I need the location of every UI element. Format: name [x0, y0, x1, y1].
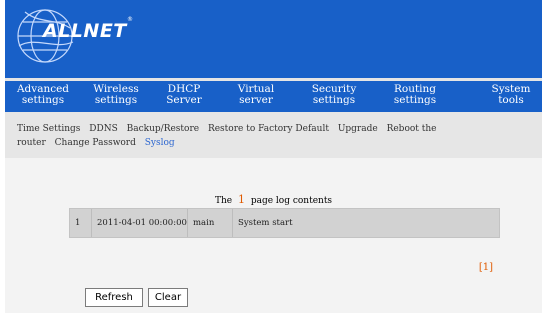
nav-label-line2: settings [312, 94, 356, 106]
sub-nav: Time Settings DDNS Backup/Restore Restor… [5, 112, 542, 158]
nav-label-line2: tools [498, 94, 524, 106]
nav-label-line2: settings [94, 94, 138, 106]
subnav-restore-factory-default[interactable]: Restore to Factory Default [208, 124, 329, 134]
nav-virtual-server[interactable]: Virtual server [230, 84, 282, 106]
nav-system-tools[interactable]: System tools [487, 84, 535, 106]
subnav-router[interactable]: router [17, 138, 46, 148]
header-banner: ALLNET ® [5, 0, 542, 78]
page-link[interactable]: [1] [479, 262, 493, 273]
subnav-row-1: Time Settings DDNS Backup/Restore Restor… [17, 124, 443, 134]
subnav-upgrade[interactable]: Upgrade [338, 124, 378, 134]
log-title-prefix: The [214, 196, 233, 206]
subnav-time-settings[interactable]: Time Settings [17, 124, 80, 134]
nav-wireless-settings[interactable]: Wireless settings [85, 84, 147, 106]
nav-dhcp-server[interactable]: DHCP Server [161, 84, 207, 106]
syslog-content: The 1 page log contents 1 2011-04-01 00:… [5, 158, 542, 313]
trademark-symbol: ® [127, 16, 133, 23]
log-row-message: System start [238, 218, 293, 228]
nav-label-line2: settings [393, 94, 437, 106]
subnav-backup-restore[interactable]: Backup/Restore [127, 124, 199, 134]
subnav-ddns[interactable]: DDNS [89, 124, 117, 134]
log-row-time: 2011-04-01 00:00:00 [92, 209, 188, 237]
brand-logo-text: ALLNET [43, 20, 127, 42]
clear-button[interactable]: Clear [148, 288, 188, 307]
nav-advanced-settings[interactable]: Advanced settings [13, 84, 73, 106]
subnav-change-password[interactable]: Change Password [55, 138, 136, 148]
nav-label-line2: Server [166, 94, 202, 106]
log-table: 1 2011-04-01 00:00:00 main System start [69, 208, 500, 238]
log-row-source: main [188, 209, 233, 237]
main-nav: Advanced settings Wireless settings DHCP… [5, 78, 542, 120]
nav-security-settings[interactable]: Security settings [305, 84, 363, 106]
subnav-syslog[interactable]: Syslog [145, 138, 175, 148]
refresh-button[interactable]: Refresh [85, 288, 143, 307]
nav-routing-settings[interactable]: Routing settings [385, 84, 445, 106]
subnav-reboot-the[interactable]: Reboot the [387, 124, 437, 134]
log-title-suffix: page log contents [250, 196, 333, 206]
log-page-number: 1 [237, 193, 245, 206]
subnav-row-2: router Change Password Syslog [17, 138, 181, 148]
log-title: The 1 page log contents [5, 193, 542, 206]
nav-label-line2: settings [21, 94, 65, 106]
nav-label-line2: server [239, 94, 273, 106]
log-row-index: 1 [70, 209, 92, 237]
